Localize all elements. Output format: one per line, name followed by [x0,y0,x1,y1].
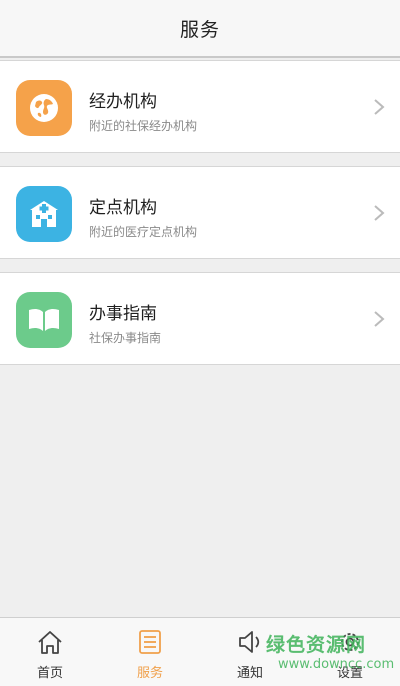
page-title: 服务 [179,18,220,41]
home-icon [38,631,62,654]
tab-label: 首页 [36,666,63,681]
service-item-guide[interactable]: 办事指南 社保办事指南 [0,272,400,365]
service-title: 经办机构 [89,92,157,112]
tab-settings[interactable]: 设置 [300,618,400,686]
list-icon [139,630,161,654]
bottom-tab-bar: 首页 服务 通知 设置 [0,617,400,686]
service-description: 附近的社保经办机构 [89,119,198,133]
tab-label: 设置 [336,666,363,681]
chevron-right-icon [374,99,385,115]
service-item-designated[interactable]: 定点机构 附近的医疗定点机构 [0,166,400,259]
service-description: 社保办事指南 [89,331,162,345]
chevron-right-icon [374,205,385,221]
top-bar: 服务 [0,0,400,58]
service-description: 附近的医疗定点机构 [89,225,198,239]
tab-notice[interactable]: 通知 [200,618,300,686]
book-icon [16,292,72,348]
tab-service[interactable]: 服务 [100,618,200,686]
hospital-icon [16,186,72,242]
tab-label: 服务 [136,666,163,681]
tab-home[interactable]: 首页 [0,618,100,686]
globe-icon [16,80,72,136]
chevron-right-icon [374,311,385,327]
service-title: 办事指南 [89,304,157,324]
tab-label: 通知 [236,666,263,681]
service-item-agency[interactable]: 经办机构 附近的社保经办机构 [0,60,400,153]
gear-icon [341,633,359,651]
speaker-icon [239,631,260,653]
service-title: 定点机构 [89,198,157,218]
